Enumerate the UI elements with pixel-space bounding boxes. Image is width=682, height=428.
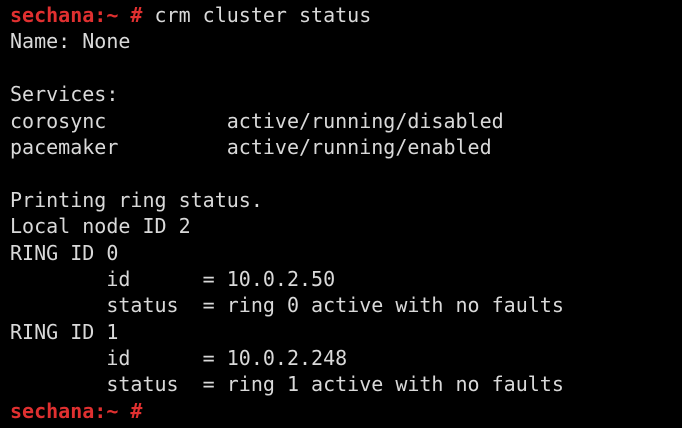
- command-text: crm cluster status: [154, 3, 372, 27]
- output-line: status = ring 0 active with no faults: [10, 293, 564, 318]
- output-line: RING ID 1: [10, 319, 119, 344]
- prompt-line: sechana:~ #: [10, 398, 682, 424]
- output-line: Name: None: [10, 29, 131, 54]
- shell-prompt: sechana:~ #: [10, 3, 143, 27]
- output-line: id = 10.0.2.50: [10, 266, 336, 291]
- output-line: Printing ring status.: [10, 187, 263, 212]
- command-line: sechana:~ # crm cluster status: [10, 2, 682, 28]
- output-line: pacemaker active/running/enabled: [10, 134, 492, 159]
- output-line: status = ring 1 active with no faults: [10, 372, 564, 397]
- output-line: Local node ID 2: [10, 214, 191, 239]
- cursor: [155, 401, 167, 421]
- output-line: RING ID 0: [10, 240, 119, 265]
- terminal-window[interactable]: sechana:~ # crm cluster status Name: Non…: [0, 0, 682, 428]
- output-line: corosync active/running/disabled: [10, 108, 504, 133]
- output-line: id = 10.0.2.248: [10, 346, 348, 371]
- shell-prompt: sechana:~ #: [10, 398, 143, 423]
- output-line: Services:: [10, 82, 119, 107]
